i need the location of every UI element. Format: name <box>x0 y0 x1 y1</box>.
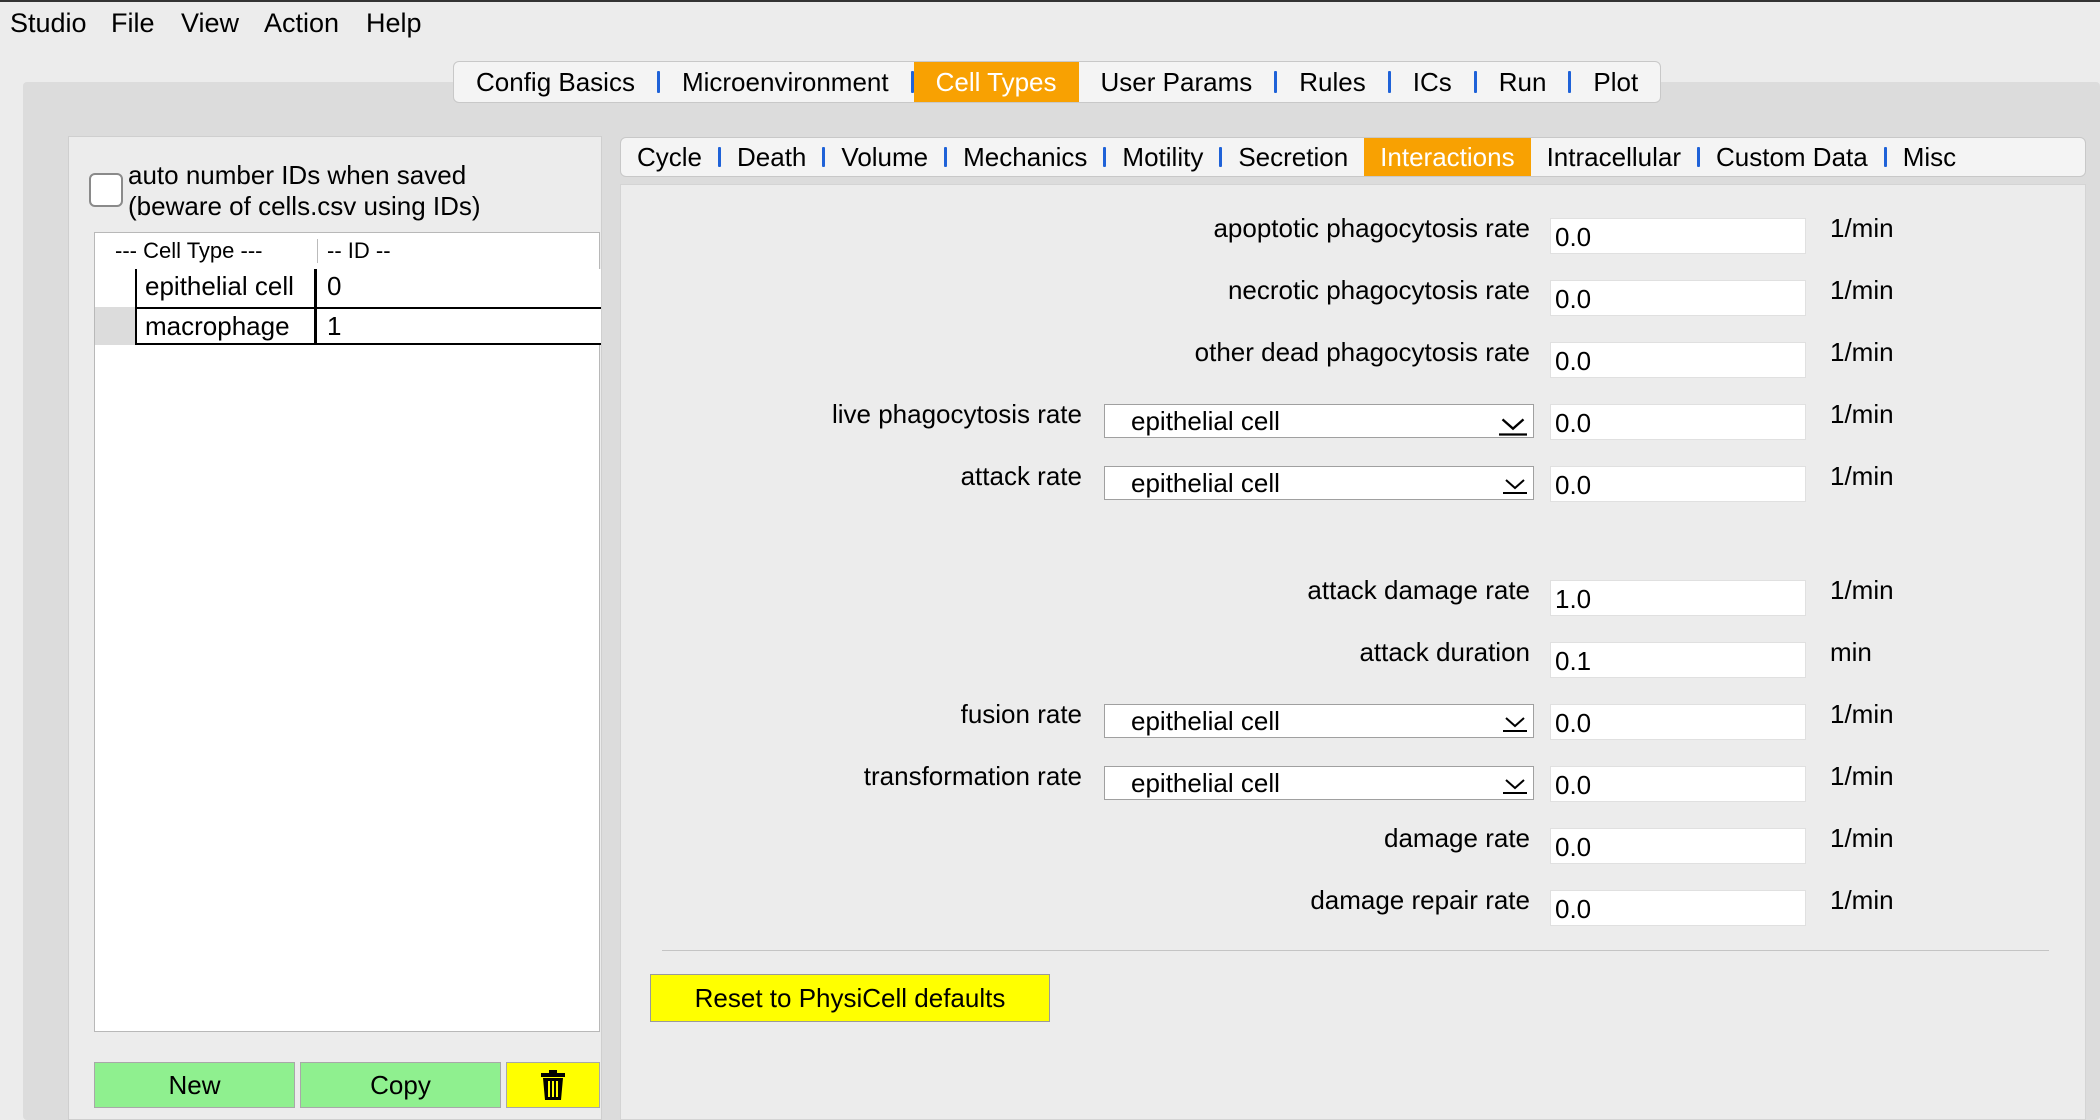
attack-rate-select-value: epithelial cell <box>1131 468 1280 498</box>
cell-type-sub-tab-bar: Cycle Death Volume Mechanics Motility Se… <box>620 137 2086 177</box>
column-separator <box>317 239 318 263</box>
tab-interactions[interactable]: Interactions <box>1364 138 1531 176</box>
damage-rate-unit: 1/min <box>1830 823 1894 853</box>
menu-bar: Studio File View Action Help <box>0 0 2100 46</box>
other-dead-phagocytosis-unit: 1/min <box>1830 337 1894 367</box>
fusion-rate-label: fusion rate <box>960 699 1082 729</box>
tab-custom-data[interactable]: Custom Data <box>1700 138 1884 176</box>
transformation-rate-input[interactable]: 0.0 <box>1550 766 1806 802</box>
cell-type-table: --- Cell Type --- -- ID -- epithelial ce… <box>94 232 601 1032</box>
divider <box>662 950 2049 951</box>
tab-rules[interactable]: Rules <box>1277 62 1387 102</box>
apoptotic-phagocytosis-label: apoptotic phagocytosis rate <box>1213 213 1530 243</box>
cell-type-name[interactable]: epithelial cell <box>135 269 317 307</box>
attack-rate-label: attack rate <box>960 461 1082 491</box>
necrotic-phagocytosis-input[interactable]: 0.0 <box>1550 280 1806 316</box>
necrotic-phagocytosis-label: necrotic phagocytosis rate <box>1227 275 1530 305</box>
attack-damage-rate-label: attack damage rate <box>1307 575 1530 605</box>
chevron-down-icon <box>1499 418 1527 436</box>
tab-motility[interactable]: Motility <box>1106 138 1219 176</box>
fusion-rate-select-value: epithelial cell <box>1131 706 1280 736</box>
tab-ics[interactable]: ICs <box>1391 62 1474 102</box>
transformation-rate-select-value: epithelial cell <box>1131 768 1280 798</box>
live-phagocytosis-input[interactable]: 0.0 <box>1550 404 1806 440</box>
attack-duration-label: attack duration <box>1359 637 1530 667</box>
apoptotic-phagocytosis-unit: 1/min <box>1830 213 1894 243</box>
menu-help[interactable]: Help <box>366 8 422 39</box>
top-tab-bar: Config Basics Microenvironment Cell Type… <box>453 61 1662 103</box>
apoptotic-phagocytosis-input[interactable]: 0.0 <box>1550 218 1806 254</box>
attack-rate-unit: 1/min <box>1830 461 1894 491</box>
damage-repair-rate-unit: 1/min <box>1830 885 1894 915</box>
tab-cell-types[interactable]: Cell Types <box>913 62 1079 102</box>
table-row[interactable]: epithelial cell 0 <box>95 269 601 307</box>
copy-cell-type-button[interactable]: Copy <box>300 1062 501 1108</box>
auto-number-ids-checkbox[interactable] <box>89 173 123 207</box>
chevron-down-icon <box>1503 717 1527 732</box>
tab-intracellular[interactable]: Intracellular <box>1531 138 1697 176</box>
other-dead-phagocytosis-input[interactable]: 0.0 <box>1550 342 1806 378</box>
attack-damage-rate-input[interactable]: 1.0 <box>1550 580 1806 616</box>
cell-type-id[interactable]: 0 <box>317 269 601 307</box>
auto-number-label-line1: auto number IDs when saved <box>128 160 467 190</box>
menu-studio[interactable]: Studio <box>10 8 87 39</box>
tab-config-basics[interactable]: Config Basics <box>454 62 657 102</box>
auto-number-label-line2: (beware of cells.csv using IDs) <box>128 191 481 221</box>
fusion-rate-input[interactable]: 0.0 <box>1550 704 1806 740</box>
chevron-down-icon <box>1503 479 1527 494</box>
tab-secretion[interactable]: Secretion <box>1222 138 1364 176</box>
tab-death[interactable]: Death <box>721 138 822 176</box>
menu-file[interactable]: File <box>111 8 155 39</box>
attack-duration-unit: min <box>1830 637 1872 667</box>
damage-rate-input[interactable]: 0.0 <box>1550 828 1806 864</box>
attack-rate-cell-select[interactable]: epithelial cell <box>1104 466 1534 500</box>
tab-user-params[interactable]: User Params <box>1079 62 1275 102</box>
fusion-rate-cell-select[interactable]: epithelial cell <box>1104 704 1534 738</box>
menu-view[interactable]: View <box>181 8 239 39</box>
chevron-down-icon <box>1503 779 1527 794</box>
tab-plot[interactable]: Plot <box>1571 62 1660 102</box>
transformation-rate-label: transformation rate <box>863 761 1082 791</box>
tab-cycle[interactable]: Cycle <box>621 138 718 176</box>
new-cell-type-button[interactable]: New <box>94 1062 295 1108</box>
table-header-cell-type[interactable]: --- Cell Type --- <box>115 233 263 269</box>
live-phagocytosis-cell-select[interactable]: epithelial cell <box>1104 404 1534 438</box>
damage-repair-rate-input[interactable]: 0.0 <box>1550 890 1806 926</box>
live-phagocytosis-select-value: epithelial cell <box>1131 406 1280 436</box>
reset-to-defaults-button[interactable]: Reset to PhysiCell defaults <box>650 974 1050 1022</box>
live-phagocytosis-unit: 1/min <box>1830 399 1894 429</box>
menu-action[interactable]: Action <box>264 8 339 39</box>
transformation-rate-cell-select[interactable]: epithelial cell <box>1104 766 1534 800</box>
other-dead-phagocytosis-label: other dead phagocytosis rate <box>1194 337 1530 367</box>
cell-type-name[interactable]: macrophage <box>135 307 317 345</box>
damage-repair-rate-label: damage repair rate <box>1310 885 1530 915</box>
live-phagocytosis-label: live phagocytosis rate <box>831 399 1082 429</box>
row-gutter <box>95 307 135 345</box>
table-row[interactable]: macrophage 1 <box>95 307 601 345</box>
damage-rate-label: damage rate <box>1384 823 1530 853</box>
row-gutter <box>95 269 135 307</box>
tab-microenvironment[interactable]: Microenvironment <box>660 62 911 102</box>
auto-number-ids-label: auto number IDs when saved (beware of ce… <box>128 160 481 222</box>
tab-run[interactable]: Run <box>1477 62 1569 102</box>
attack-damage-rate-unit: 1/min <box>1830 575 1894 605</box>
cell-type-id[interactable]: 1 <box>317 307 601 345</box>
tab-misc[interactable]: Misc <box>1887 138 1972 176</box>
attack-duration-input[interactable]: 0.1 <box>1550 642 1806 678</box>
attack-rate-input[interactable]: 0.0 <box>1550 466 1806 502</box>
table-header-id[interactable]: -- ID -- <box>327 233 391 269</box>
fusion-rate-unit: 1/min <box>1830 699 1894 729</box>
tab-mechanics[interactable]: Mechanics <box>947 138 1103 176</box>
necrotic-phagocytosis-unit: 1/min <box>1830 275 1894 305</box>
tab-volume[interactable]: Volume <box>825 138 944 176</box>
delete-cell-type-button[interactable] <box>506 1062 600 1108</box>
transformation-rate-unit: 1/min <box>1830 761 1894 791</box>
trash-icon <box>541 1070 565 1100</box>
